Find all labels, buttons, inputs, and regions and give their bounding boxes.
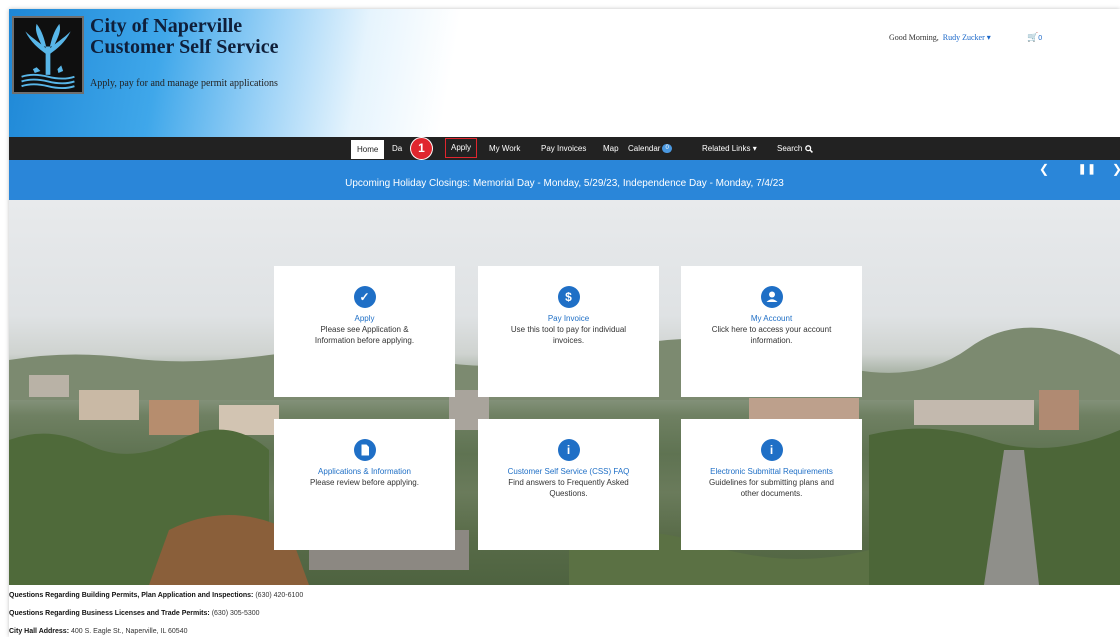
browser-page: City of Naperville Customer Self Service… xyxy=(9,9,1120,637)
hero-section: ✓ Apply Please see Application & Informa… xyxy=(9,200,1120,585)
nav-related-links[interactable]: Related Links ▾ xyxy=(702,137,757,160)
site-tagline: Apply, pay for and manage permit applica… xyxy=(90,78,278,89)
tree-logo-icon xyxy=(21,23,75,89)
cart-count: 0 xyxy=(1038,35,1043,42)
info-icon: i xyxy=(557,439,580,461)
nav-dashboard-label: Da xyxy=(392,144,403,153)
dollar-icon: $ xyxy=(557,286,580,308)
city-logo[interactable] xyxy=(12,16,84,94)
footer-label: Questions Regarding Building Permits, Pl… xyxy=(9,592,254,599)
site-footer: Questions Regarding Building Permits, Pl… xyxy=(9,586,1120,637)
card-description: Find answers to Frequently Asked Questio… xyxy=(508,478,629,498)
nav-apply[interactable]: Apply xyxy=(445,138,478,158)
announcement-text: Upcoming Holiday Closings: Memorial Day … xyxy=(345,178,784,189)
search-icon xyxy=(804,145,813,153)
chevron-right-icon[interactable]: ❯ xyxy=(1112,162,1120,176)
step-number-marker: 1 xyxy=(411,138,432,159)
card-title[interactable]: Pay Invoice xyxy=(478,313,659,324)
nav-search-label: Search xyxy=(777,144,803,153)
nav-home[interactable]: Home xyxy=(351,140,385,159)
card-title[interactable]: My Account xyxy=(681,313,862,324)
greeting: Good Morning, Rudy Zucker ▾ xyxy=(889,33,991,42)
chevron-left-icon[interactable]: ❮ xyxy=(1039,162,1049,176)
card-title[interactable]: Customer Self Service (CSS) FAQ xyxy=(478,466,659,477)
pay-invoice-card[interactable]: $ Pay Invoice Use this tool to pay for i… xyxy=(478,266,659,397)
card-description: Guidelines for submitting plans and othe… xyxy=(709,478,834,498)
user-menu-link[interactable]: Rudy Zucker ▾ xyxy=(943,33,991,42)
card-description: Please review before applying. xyxy=(310,478,419,487)
footer-building-permits-contact: Questions Regarding Building Permits, Pl… xyxy=(9,592,303,599)
calendar-count-badge: 0 xyxy=(662,144,672,154)
footer-label: Questions Regarding Business Licenses an… xyxy=(9,610,210,617)
cart-button[interactable]: 🛒0 xyxy=(1027,32,1042,43)
apply-icon: ✓ xyxy=(353,286,376,308)
pause-icon[interactable]: ❚❚ xyxy=(1078,164,1097,175)
card-title[interactable]: Electronic Submittal Requirements xyxy=(681,466,862,477)
document-icon xyxy=(353,439,376,461)
cart-icon: 🛒 xyxy=(1027,32,1039,42)
site-header: City of Naperville Customer Self Service… xyxy=(9,9,1120,137)
footer-phone: (630) 420-6100 xyxy=(255,592,304,599)
announcement-banner: Upcoming Holiday Closings: Memorial Day … xyxy=(9,160,1120,200)
user-icon xyxy=(760,286,783,308)
card-description: Click here to access your account inform… xyxy=(711,325,832,345)
footer-business-licenses-contact: Questions Regarding Business Licenses an… xyxy=(9,610,260,617)
apply-card[interactable]: ✓ Apply Please see Application & Informa… xyxy=(274,266,455,397)
site-title: City of Naperville Customer Self Service xyxy=(90,16,278,58)
main-nav: Home Dad Apply My Work Pay Invoices Map … xyxy=(9,137,1120,160)
greeting-text: Good Morning, xyxy=(889,33,939,42)
footer-label: City Hall Address: xyxy=(9,628,70,635)
footer-phone: (630) 305-5300 xyxy=(211,610,260,617)
card-description: Please see Application & Information bef… xyxy=(314,325,415,345)
electronic-submittal-card[interactable]: i Electronic Submittal Requirements Guid… xyxy=(681,419,862,550)
nav-map[interactable]: Map xyxy=(603,137,619,160)
my-account-card[interactable]: My Account Click here to access your acc… xyxy=(681,266,862,397)
site-title-line1: City of Naperville xyxy=(90,15,243,37)
nav-search[interactable]: Search xyxy=(777,137,813,160)
applications-information-card[interactable]: Applications & Information Please review… xyxy=(274,419,455,550)
nav-pay-invoices[interactable]: Pay Invoices xyxy=(541,137,586,160)
nav-calendar[interactable]: Calendar 0 xyxy=(628,137,672,160)
card-description: Use this tool to pay for individual invo… xyxy=(510,325,627,345)
css-faq-card[interactable]: i Customer Self Service (CSS) FAQ Find a… xyxy=(478,419,659,550)
nav-calendar-label: Calendar xyxy=(628,144,661,153)
footer-city-hall-address: City Hall Address: 400 S. Eagle St., Nap… xyxy=(9,628,187,635)
nav-my-work[interactable]: My Work xyxy=(489,137,520,160)
footer-address: 400 S. Eagle St., Naperville, IL 60540 xyxy=(71,628,188,635)
site-title-line2: Customer Self Service xyxy=(90,36,279,58)
info-icon: i xyxy=(760,439,783,461)
card-title[interactable]: Apply xyxy=(274,313,455,324)
card-title[interactable]: Applications & Information xyxy=(274,466,455,477)
